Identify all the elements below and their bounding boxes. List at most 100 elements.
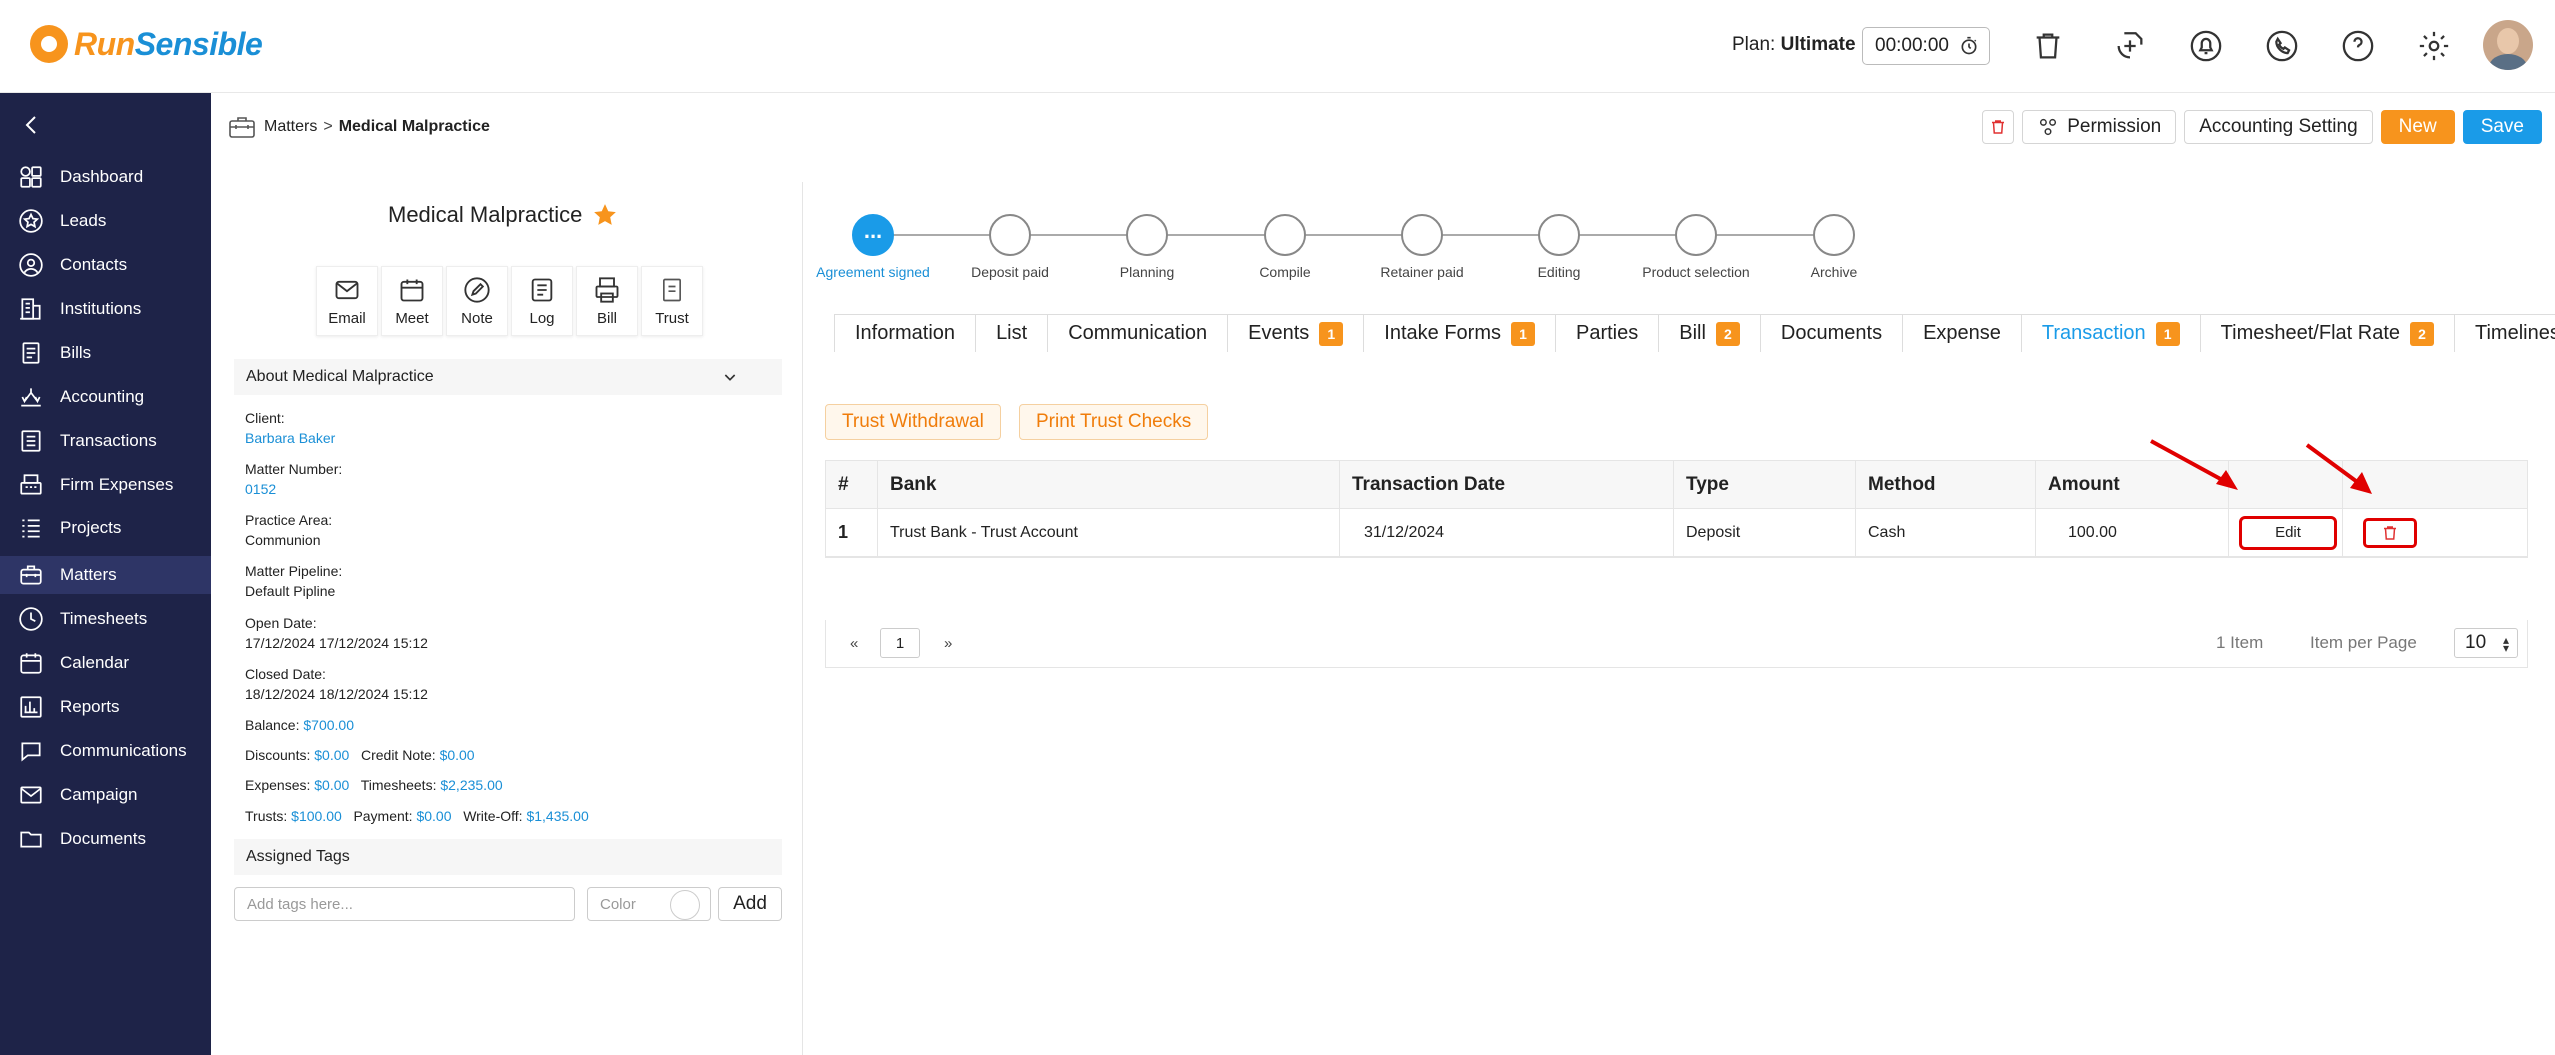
calendar-icon: [400, 279, 424, 301]
new-button[interactable]: New: [2380, 110, 2455, 144]
pipeline-stage-label: Product selection: [1642, 264, 1750, 280]
sidebar-item-timesheets[interactable]: Timesheets: [0, 600, 211, 638]
tab-expense[interactable]: Expense: [1902, 314, 2022, 352]
quick-action-email[interactable]: Email: [316, 266, 378, 336]
accounting-setting-button[interactable]: Accounting Setting: [2184, 110, 2373, 144]
sidebar-item-bills[interactable]: Bills: [0, 334, 211, 372]
mail-icon: [16, 780, 46, 810]
pager-next[interactable]: »: [944, 628, 952, 658]
user-avatar[interactable]: [2483, 20, 2533, 70]
plan-indicator: Plan: Ultimate: [1732, 34, 1856, 56]
quick-action-meet[interactable]: Meet: [381, 266, 443, 336]
help-icon[interactable]: [2338, 26, 2378, 66]
trash-icon[interactable]: [2028, 26, 2068, 66]
sidebar: Dashboard Leads Contacts Institutions Bi…: [0, 93, 211, 1055]
quick-action-log[interactable]: Log: [511, 266, 573, 336]
tab-intake-forms[interactable]: Intake Forms 1: [1363, 314, 1556, 352]
breadcrumb-matters-link[interactable]: Matters: [264, 118, 317, 136]
matter-number-info: Matter Number: 0152: [245, 459, 342, 499]
quick-action-label: Email: [328, 309, 366, 327]
timesheets-value: $2,235.00: [440, 777, 503, 793]
delete-matter-button[interactable]: [1982, 110, 2015, 144]
phone-icon[interactable]: [2262, 26, 2302, 66]
pager-prev[interactable]: «: [850, 628, 858, 658]
tab-list[interactable]: List: [975, 314, 1049, 352]
practice-area-label: Practice Area:: [245, 512, 333, 528]
list-icon: [16, 513, 46, 543]
sidebar-item-transactions[interactable]: Transactions: [0, 422, 211, 460]
timer-widget[interactable]: 00:00:00: [1862, 27, 1990, 65]
tab-communication[interactable]: Communication: [1047, 314, 1229, 352]
pipeline-stage-retainer-paid[interactable]: Retainer paid: [1352, 214, 1492, 280]
credit-note-value: $0.00: [439, 747, 475, 763]
edit-transaction-button[interactable]: Edit: [2239, 515, 2337, 550]
sidebar-item-firm-expenses[interactable]: Firm Expenses: [0, 466, 211, 504]
table-header-row: # Bank Transaction Date Type Method Amou…: [826, 461, 2527, 509]
column-header-method: Method: [1856, 461, 2036, 508]
pipeline-stage-compile[interactable]: Compile: [1215, 214, 1355, 280]
sidebar-item-matters[interactable]: Matters: [0, 556, 211, 594]
pipeline-stage-agreement-signed[interactable]: ... Agreement signed: [803, 214, 943, 280]
pipeline-stage-planning[interactable]: Planning: [1077, 214, 1217, 280]
pipeline-stage-label: Editing: [1537, 264, 1581, 280]
row-date: 31/12/2024: [1340, 509, 1674, 556]
permission-button[interactable]: Permission: [2022, 110, 2177, 144]
sidebar-item-label: Firm Expenses: [60, 475, 174, 494]
sidebar-item-label: Dashboard: [60, 167, 144, 186]
sidebar-item-dashboard[interactable]: Dashboard: [0, 158, 211, 196]
tag-color-picker[interactable]: Color: [587, 887, 711, 921]
tab-timelines[interactable]: Timelines: [2454, 314, 2555, 352]
sidebar-item-documents[interactable]: Documents: [0, 820, 211, 858]
panel-divider: [802, 182, 803, 1055]
save-label: Save: [2480, 116, 2524, 137]
tab-documents[interactable]: Documents: [1759, 314, 1904, 352]
pager-page-1[interactable]: 1: [880, 628, 920, 658]
items-per-page-select[interactable]: 10 ▴ ▾: [2454, 628, 2518, 658]
trash-icon: [1992, 120, 2005, 134]
top-header: RunSensible Plan: Ultimate 00:00:00: [0, 0, 2555, 93]
sidebar-item-institutions[interactable]: Institutions: [0, 290, 211, 328]
tab-information[interactable]: Information: [834, 314, 977, 352]
client-link[interactable]: Barbara Baker: [245, 428, 335, 448]
count-badge: 1: [2155, 321, 2180, 346]
quick-action-bill[interactable]: Bill: [576, 266, 638, 336]
balance-info: Balance: $700.00: [245, 715, 354, 735]
sidebar-item-projects[interactable]: Projects: [0, 509, 211, 547]
tab-events[interactable]: Events 1: [1227, 314, 1365, 352]
pipeline-stage-archive[interactable]: Archive: [1764, 214, 1904, 280]
color-swatch[interactable]: [670, 890, 700, 920]
sidebar-item-communications[interactable]: Communications: [0, 732, 211, 770]
save-button[interactable]: Save: [2462, 110, 2542, 144]
tag-input[interactable]: Add tags here...: [234, 887, 575, 921]
notification-bell-icon[interactable]: [2186, 26, 2226, 66]
about-section-header[interactable]: About Medical Malpractice: [234, 359, 782, 395]
scale-icon: [16, 382, 46, 412]
sidebar-item-accounting[interactable]: Accounting: [0, 378, 211, 416]
pipeline-stage-deposit-paid[interactable]: Deposit paid: [940, 214, 1080, 280]
tab-transaction[interactable]: Transaction 1: [2020, 314, 2201, 352]
sidebar-item-calendar[interactable]: Calendar: [0, 644, 211, 682]
quick-action-trust[interactable]: Trust: [641, 266, 703, 336]
pipeline-stage-product-selection[interactable]: Product selection: [1626, 214, 1766, 280]
quick-action-note[interactable]: Note: [446, 266, 508, 336]
sidebar-item-reports[interactable]: Reports: [0, 688, 211, 726]
add-tag-button[interactable]: Add: [718, 887, 782, 921]
sidebar-item-contacts[interactable]: Contacts: [0, 246, 211, 284]
transactions-table: # Bank Transaction Date Type Method Amou…: [825, 460, 2528, 558]
tab-timesheet-flat-rate[interactable]: Timesheet/Flat Rate 2: [2199, 314, 2455, 352]
print-trust-checks-button[interactable]: Print Trust Checks: [1019, 404, 1209, 440]
tab-parties[interactable]: Parties: [1555, 314, 1660, 352]
delete-transaction-button[interactable]: [2363, 517, 2417, 548]
sidebar-item-campaign[interactable]: Campaign: [0, 776, 211, 814]
permission-label: Permission: [2067, 116, 2162, 137]
timesheets-label: Timesheets:: [360, 777, 437, 793]
add-task-icon[interactable]: [2110, 26, 2150, 66]
sidebar-item-leads[interactable]: Leads: [0, 202, 211, 240]
tab-bill[interactable]: Bill 2: [1658, 314, 1761, 352]
collapse-chevron-left-icon[interactable]: [20, 113, 44, 137]
runsensible-logo[interactable]: RunSensible: [30, 25, 263, 63]
pipeline-stage-editing[interactable]: Editing: [1489, 214, 1629, 280]
favorite-star-icon[interactable]: [592, 202, 618, 228]
settings-gear-icon[interactable]: [2414, 26, 2454, 66]
trust-withdrawal-button[interactable]: Trust Withdrawal: [825, 404, 1001, 440]
